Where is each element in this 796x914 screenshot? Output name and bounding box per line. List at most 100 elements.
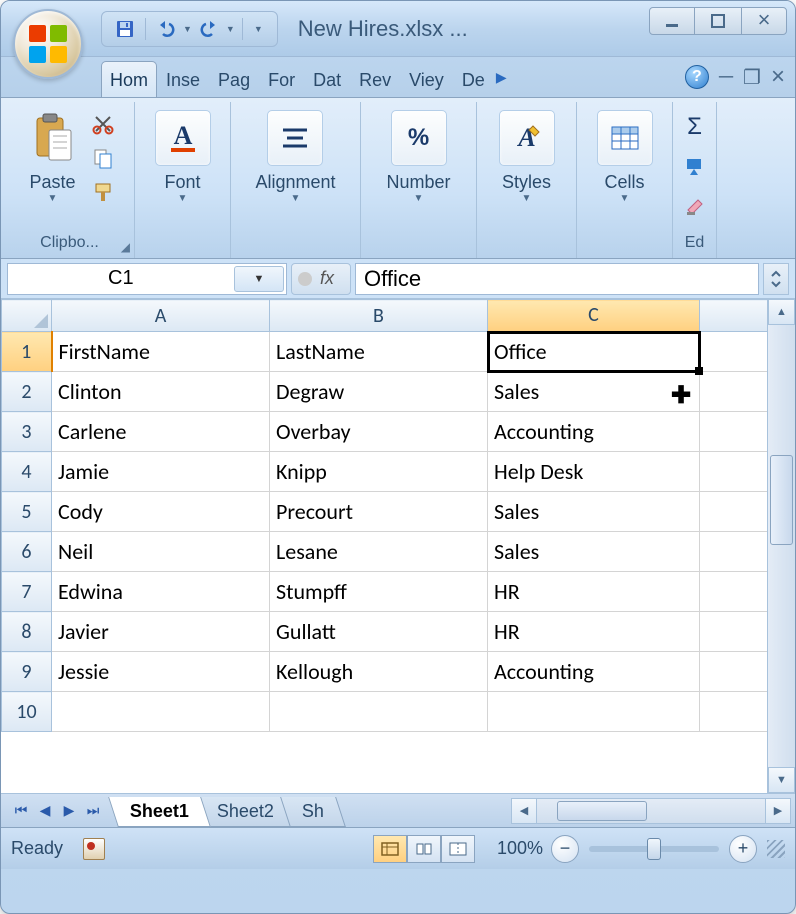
macro-record-icon[interactable] bbox=[83, 838, 105, 860]
cell[interactable]: Edwina bbox=[52, 572, 270, 612]
row-header[interactable]: 3 bbox=[2, 412, 52, 452]
autosum-button[interactable]: Σ bbox=[679, 112, 711, 142]
row-header[interactable]: 5 bbox=[2, 492, 52, 532]
cell[interactable]: Clinton bbox=[52, 372, 270, 412]
tab-formulas[interactable]: For bbox=[259, 61, 304, 97]
redo-button[interactable] bbox=[196, 16, 222, 42]
hscroll-thumb[interactable] bbox=[557, 801, 647, 821]
row-header[interactable]: 10 bbox=[2, 692, 52, 732]
fill-button[interactable] bbox=[679, 152, 711, 182]
scroll-up-button[interactable]: ▲ bbox=[768, 299, 795, 325]
row-header[interactable]: 6 bbox=[2, 532, 52, 572]
doc-close-button[interactable]: × bbox=[771, 63, 785, 91]
expand-formula-button[interactable] bbox=[763, 263, 789, 295]
sheet-tab-1[interactable]: Sheet1 bbox=[108, 797, 211, 827]
scroll-left-button[interactable]: ◀ bbox=[511, 798, 537, 824]
col-header-b[interactable]: B bbox=[270, 300, 488, 332]
horizontal-scrollbar[interactable]: ◀ ▶ bbox=[511, 798, 791, 824]
sheet-table[interactable]: A B C 1FirstNameLastNameOffice2ClintonDe… bbox=[1, 299, 795, 732]
zoom-in-button[interactable]: + bbox=[729, 835, 757, 863]
undo-button[interactable] bbox=[153, 16, 179, 42]
cell[interactable]: Precourt bbox=[270, 492, 488, 532]
cancel-icon[interactable] bbox=[298, 272, 312, 286]
row-header[interactable]: 7 bbox=[2, 572, 52, 612]
doc-minimize-button[interactable]: ─ bbox=[719, 66, 733, 89]
row-header[interactable]: 2 bbox=[2, 372, 52, 412]
zoom-slider[interactable] bbox=[589, 846, 719, 852]
clear-button[interactable] bbox=[679, 192, 711, 222]
row-header[interactable]: 9 bbox=[2, 652, 52, 692]
scroll-down-button[interactable]: ▼ bbox=[768, 767, 795, 793]
cell[interactable]: Degraw bbox=[270, 372, 488, 412]
doc-restore-button[interactable]: ❐ bbox=[743, 65, 761, 90]
cell[interactable]: Neil bbox=[52, 532, 270, 572]
cell[interactable]: Kellough bbox=[270, 652, 488, 692]
cell[interactable] bbox=[52, 692, 270, 732]
cell[interactable]: FirstName bbox=[52, 332, 270, 372]
cell[interactable] bbox=[270, 692, 488, 732]
tab-last-button[interactable]: ⏭ bbox=[81, 799, 105, 823]
select-all-corner[interactable] bbox=[2, 300, 52, 332]
cell[interactable]: Cody bbox=[52, 492, 270, 532]
format-painter-button[interactable] bbox=[89, 178, 117, 206]
cut-button[interactable] bbox=[89, 110, 117, 138]
tab-review[interactable]: Rev bbox=[350, 61, 400, 97]
row-header[interactable]: 8 bbox=[2, 612, 52, 652]
cell[interactable]: HR bbox=[488, 572, 700, 612]
resize-grip-icon[interactable] bbox=[767, 840, 785, 858]
cell[interactable]: Help Desk bbox=[488, 452, 700, 492]
number-button[interactable]: % Number ▼ bbox=[380, 106, 456, 208]
cell[interactable]: Javier bbox=[52, 612, 270, 652]
cell[interactable]: Gullatt bbox=[270, 612, 488, 652]
cell[interactable]: Lesane bbox=[270, 532, 488, 572]
zoom-out-button[interactable]: − bbox=[551, 835, 579, 863]
col-header-c[interactable]: C bbox=[488, 300, 700, 332]
cell[interactable]: Jessie bbox=[52, 652, 270, 692]
cell[interactable]: Office bbox=[488, 332, 700, 372]
tab-prev-button[interactable]: ◀ bbox=[33, 799, 57, 823]
cell[interactable]: Overbay bbox=[270, 412, 488, 452]
close-button[interactable]: × bbox=[741, 7, 787, 35]
zoom-handle[interactable] bbox=[647, 838, 661, 860]
paste-button[interactable]: Paste ▼ bbox=[23, 106, 83, 208]
font-button[interactable]: A Font ▼ bbox=[149, 106, 217, 208]
row-header[interactable]: 1 bbox=[2, 332, 52, 372]
row-header[interactable]: 4 bbox=[2, 452, 52, 492]
cell[interactable]: Knipp bbox=[270, 452, 488, 492]
tab-page-layout[interactable]: Pag bbox=[209, 61, 259, 97]
cell[interactable]: Accounting bbox=[488, 412, 700, 452]
name-box[interactable]: C1 ▼ bbox=[7, 263, 287, 295]
cell[interactable]: HR bbox=[488, 612, 700, 652]
copy-button[interactable] bbox=[89, 144, 117, 172]
zoom-percent[interactable]: 100% bbox=[497, 838, 543, 859]
scroll-track[interactable] bbox=[768, 325, 795, 767]
cell[interactable]: Carlene bbox=[52, 412, 270, 452]
save-button[interactable] bbox=[112, 16, 138, 42]
formula-input[interactable]: Office bbox=[355, 263, 759, 295]
cell[interactable]: Jamie bbox=[52, 452, 270, 492]
scroll-right-button[interactable]: ▶ bbox=[765, 798, 791, 824]
dialog-launcher-icon[interactable]: ◢ bbox=[121, 240, 130, 254]
tab-data[interactable]: Dat bbox=[304, 61, 350, 97]
qat-customize-dropdown[interactable]: ▼ bbox=[250, 24, 267, 34]
cell[interactable]: Accounting bbox=[488, 652, 700, 692]
tab-view[interactable]: Viey bbox=[400, 61, 453, 97]
scroll-thumb[interactable] bbox=[770, 455, 793, 545]
vertical-scrollbar[interactable]: ▲ ▼ bbox=[767, 299, 795, 793]
help-icon[interactable]: ? bbox=[685, 65, 709, 89]
sheet-tab-3[interactable]: Sh bbox=[280, 797, 346, 827]
hscroll-track[interactable] bbox=[537, 798, 765, 824]
maximize-button[interactable] bbox=[695, 7, 741, 35]
cells-button[interactable]: Cells ▼ bbox=[591, 106, 659, 208]
office-button[interactable] bbox=[13, 9, 83, 79]
cell[interactable]: Sales bbox=[488, 532, 700, 572]
cell[interactable]: Stumpff bbox=[270, 572, 488, 612]
undo-dropdown[interactable]: ▼ bbox=[183, 24, 192, 34]
cell[interactable]: Sales bbox=[488, 372, 700, 412]
cell[interactable]: LastName bbox=[270, 332, 488, 372]
view-normal-button[interactable] bbox=[373, 835, 407, 863]
view-page-layout-button[interactable] bbox=[407, 835, 441, 863]
view-page-break-button[interactable] bbox=[441, 835, 475, 863]
cell[interactable] bbox=[488, 692, 700, 732]
alignment-button[interactable]: Alignment ▼ bbox=[249, 106, 341, 208]
